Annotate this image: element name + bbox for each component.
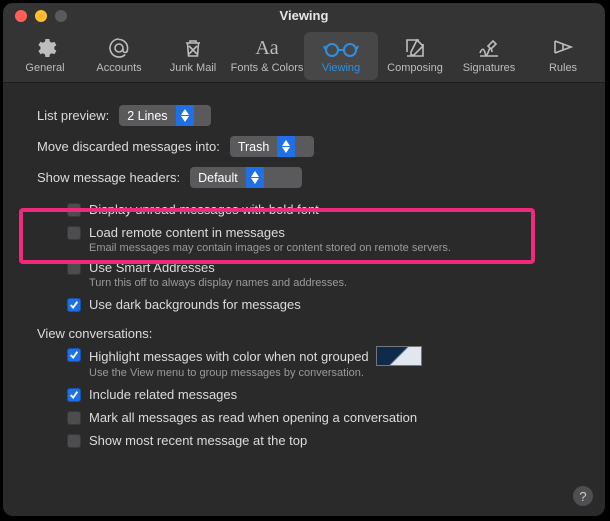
headers-label: Show message headers: bbox=[37, 170, 180, 185]
window-title: Viewing bbox=[280, 8, 329, 23]
checkbox-label: Load remote content in messages bbox=[89, 225, 451, 240]
option-smart-addresses[interactable]: Use Smart Addresses Turn this off to alw… bbox=[67, 256, 577, 293]
gear-icon bbox=[33, 36, 57, 60]
option-most-recent-top[interactable]: Show most recent message at the top bbox=[67, 429, 577, 452]
minimize-button[interactable] bbox=[35, 10, 47, 22]
fonts-icon: Aa bbox=[255, 36, 278, 60]
stepper-icon bbox=[246, 167, 264, 188]
trash-icon bbox=[181, 36, 205, 60]
at-icon bbox=[107, 36, 131, 60]
option-bold-unread[interactable]: Display unread messages with bold font bbox=[67, 198, 577, 221]
checkbox-checked[interactable] bbox=[67, 298, 81, 312]
tab-rules[interactable]: Rules bbox=[526, 32, 600, 80]
select-value: Default bbox=[190, 171, 246, 185]
tab-junk-mail[interactable]: Junk Mail bbox=[156, 32, 230, 80]
tab-label: Fonts & Colors bbox=[231, 62, 304, 74]
option-remote-content[interactable]: Load remote content in messages Email me… bbox=[67, 221, 577, 256]
checkbox-label: Show most recent message at the top bbox=[89, 433, 307, 448]
close-button[interactable] bbox=[15, 10, 27, 22]
glasses-icon bbox=[321, 36, 361, 60]
option-dark-backgrounds[interactable]: Use dark backgrounds for messages bbox=[67, 293, 577, 316]
help-button[interactable]: ? bbox=[573, 486, 593, 506]
window-controls bbox=[15, 10, 67, 22]
tab-label: Composing bbox=[387, 62, 443, 74]
checkbox-label: Mark all messages as read when opening a… bbox=[89, 410, 417, 425]
tab-label: Signatures bbox=[463, 62, 516, 74]
list-preview-label: List preview: bbox=[37, 108, 109, 123]
stepper-icon bbox=[176, 105, 194, 126]
headers-select[interactable]: Default bbox=[190, 167, 302, 188]
option-highlight-messages[interactable]: Highlight messages with color when not g… bbox=[67, 343, 577, 383]
select-value: 2 Lines bbox=[119, 109, 175, 123]
tab-fonts-colors[interactable]: Aa Fonts & Colors bbox=[230, 32, 304, 80]
tab-composing[interactable]: Composing bbox=[378, 32, 452, 80]
tab-label: Junk Mail bbox=[170, 62, 216, 74]
signature-icon bbox=[477, 36, 501, 60]
rules-icon bbox=[551, 36, 575, 60]
checkbox-unchecked[interactable] bbox=[67, 203, 81, 217]
move-discarded-select[interactable]: Trash bbox=[230, 136, 314, 157]
tab-viewing[interactable]: Viewing bbox=[304, 32, 378, 80]
highlight-color-swatch[interactable] bbox=[377, 347, 421, 365]
list-preview-select[interactable]: 2 Lines bbox=[119, 105, 211, 126]
checkbox-subtext: Email messages may contain images or con… bbox=[89, 242, 451, 254]
checkbox-label: Use Smart Addresses bbox=[89, 260, 347, 275]
checkbox-label: Include related messages bbox=[89, 387, 237, 402]
checkbox-label: Highlight messages with color when not g… bbox=[89, 349, 369, 364]
checkbox-label: Use dark backgrounds for messages bbox=[89, 297, 301, 312]
tab-label: General bbox=[25, 62, 64, 74]
checkbox-label: Display unread messages with bold font bbox=[89, 202, 319, 217]
tab-label: Viewing bbox=[322, 62, 360, 74]
tab-signatures[interactable]: Signatures bbox=[452, 32, 526, 80]
stepper-icon bbox=[277, 136, 295, 157]
checkbox-checked[interactable] bbox=[67, 348, 81, 362]
viewing-pane: List preview: 2 Lines Move discarded mes… bbox=[3, 83, 605, 462]
checkbox-unchecked[interactable] bbox=[67, 434, 81, 448]
preferences-window: Viewing General Accounts Junk Mail Aa Fo… bbox=[3, 3, 605, 516]
option-include-related[interactable]: Include related messages bbox=[67, 383, 577, 406]
move-discarded-label: Move discarded messages into: bbox=[37, 139, 220, 154]
zoom-button[interactable] bbox=[55, 10, 67, 22]
select-value: Trash bbox=[230, 140, 278, 154]
checkbox-subtext: Turn this off to always display names an… bbox=[89, 277, 347, 289]
tab-general[interactable]: General bbox=[8, 32, 82, 80]
checkbox-unchecked[interactable] bbox=[67, 411, 81, 425]
tab-accounts[interactable]: Accounts bbox=[82, 32, 156, 80]
checkbox-subtext: Use the View menu to group messages by c… bbox=[89, 367, 364, 379]
checkbox-unchecked[interactable] bbox=[67, 226, 81, 240]
tab-label: Accounts bbox=[96, 62, 141, 74]
tab-label: Rules bbox=[549, 62, 577, 74]
titlebar: Viewing bbox=[3, 3, 605, 28]
preferences-toolbar: General Accounts Junk Mail Aa Fonts & Co… bbox=[3, 28, 605, 83]
view-conversations-label: View conversations: bbox=[37, 326, 577, 341]
compose-icon bbox=[403, 36, 427, 60]
checkbox-checked[interactable] bbox=[67, 388, 81, 402]
option-mark-all-read[interactable]: Mark all messages as read when opening a… bbox=[67, 406, 577, 429]
checkbox-unchecked[interactable] bbox=[67, 261, 81, 275]
